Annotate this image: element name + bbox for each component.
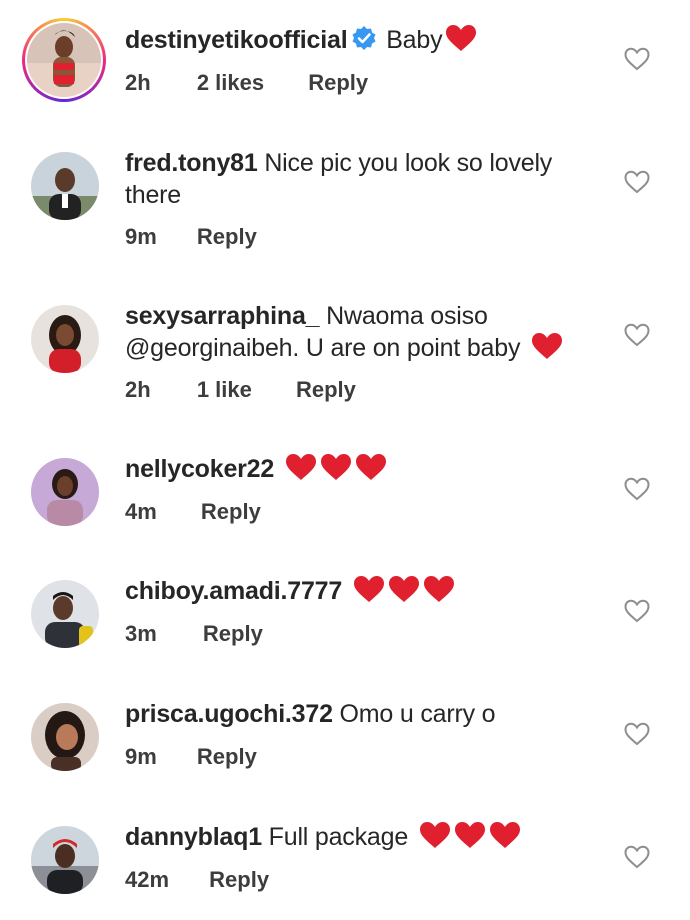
heart-outline-icon[interactable] xyxy=(624,599,650,623)
comment-username[interactable]: sexysarraphina_ xyxy=(125,302,320,330)
verified-badge-icon xyxy=(351,25,377,59)
red-heart-emoji xyxy=(350,576,455,605)
avatar[interactable] xyxy=(31,152,99,220)
red-heart-emoji-glyph xyxy=(320,453,352,489)
reply-button[interactable]: Reply xyxy=(201,499,261,525)
red-heart-emoji-glyph xyxy=(445,24,477,60)
comment-time[interactable]: 3m xyxy=(125,621,157,647)
avatar[interactable] xyxy=(27,23,101,97)
reply-button[interactable]: Reply xyxy=(197,224,257,250)
reply-button[interactable]: Reply xyxy=(296,377,356,403)
comment-time[interactable]: 2h xyxy=(125,70,151,96)
comment-meta: 9m Reply xyxy=(125,744,257,770)
comment-body: Omo u carry o xyxy=(339,700,496,728)
red-heart-emoji xyxy=(282,454,387,483)
red-heart-emoji-glyph xyxy=(388,575,420,611)
heart-outline-icon[interactable] xyxy=(624,722,650,746)
heart-outline-icon[interactable] xyxy=(624,845,650,869)
reply-button[interactable]: Reply xyxy=(197,744,257,770)
comment-username[interactable]: prisca.ugochi.372 xyxy=(125,700,333,728)
comment-username[interactable]: destinyetikoofficial xyxy=(125,26,348,54)
comment-likes[interactable]: 2 likes xyxy=(197,70,264,96)
red-heart-emoji-glyph xyxy=(355,453,387,489)
story-ring[interactable] xyxy=(22,18,106,102)
reply-button[interactable]: Reply xyxy=(308,70,368,96)
comment-meta: 2h 2 likes Reply xyxy=(125,70,368,96)
comment-meta: 9m Reply xyxy=(125,224,257,250)
avatar[interactable] xyxy=(31,826,99,894)
red-heart-emoji-glyph xyxy=(423,575,455,611)
comment-text: chiboy.amadi.7777 xyxy=(125,575,595,611)
comment-body: Baby xyxy=(386,26,443,54)
comment-text: prisca.ugochi.372 Omo u carry o xyxy=(125,698,595,730)
comment-text: nellycoker22 xyxy=(125,453,595,489)
heart-outline-icon[interactable] xyxy=(624,477,650,501)
avatar[interactable] xyxy=(31,305,99,373)
red-heart-emoji xyxy=(442,25,477,54)
comment-username[interactable]: chiboy.amadi.7777 xyxy=(125,577,342,605)
comment-meta: 4m Reply xyxy=(125,499,261,525)
red-heart-emoji-glyph xyxy=(353,575,385,611)
comment-username[interactable]: fred.tony81 xyxy=(125,149,258,177)
comment-likes[interactable]: 1 like xyxy=(197,377,252,403)
comment-time[interactable]: 4m xyxy=(125,499,157,525)
comment-meta: 3m Reply xyxy=(125,621,263,647)
comment-text: fred.tony81 Nice pic you look so lovely … xyxy=(125,147,595,211)
comment-meta: 2h 1 like Reply xyxy=(125,377,356,403)
heart-outline-icon[interactable] xyxy=(624,170,650,194)
reply-button[interactable]: Reply xyxy=(203,621,263,647)
comment-text: sexysarraphina_ Nwaoma osiso @georginaib… xyxy=(125,300,595,368)
red-heart-emoji-glyph xyxy=(419,821,451,857)
comment-time[interactable]: 2h xyxy=(125,377,151,403)
red-heart-emoji-glyph xyxy=(531,332,563,368)
heart-outline-icon[interactable] xyxy=(624,47,650,71)
comment-text: destinyetikoofficial Baby xyxy=(125,24,595,60)
red-heart-emoji-glyph xyxy=(285,453,317,489)
reply-button[interactable]: Reply xyxy=(209,867,269,893)
avatar[interactable] xyxy=(31,703,99,771)
heart-outline-icon[interactable] xyxy=(624,323,650,347)
comment-text: dannyblaq1 Full package xyxy=(125,821,595,857)
comment-time[interactable]: 9m xyxy=(125,224,157,250)
comment-username[interactable]: nellycoker22 xyxy=(125,455,274,483)
red-heart-emoji-glyph xyxy=(454,821,486,857)
red-heart-emoji xyxy=(416,822,521,851)
comment-meta: 42m Reply xyxy=(125,867,269,893)
red-heart-emoji xyxy=(528,333,563,362)
comment-time[interactable]: 42m xyxy=(125,867,169,893)
comment-username[interactable]: dannyblaq1 xyxy=(125,823,262,851)
avatar[interactable] xyxy=(31,458,99,526)
comment-body: Full package xyxy=(268,823,409,851)
comment-time[interactable]: 9m xyxy=(125,744,157,770)
red-heart-emoji-glyph xyxy=(489,821,521,857)
avatar[interactable] xyxy=(31,580,99,648)
